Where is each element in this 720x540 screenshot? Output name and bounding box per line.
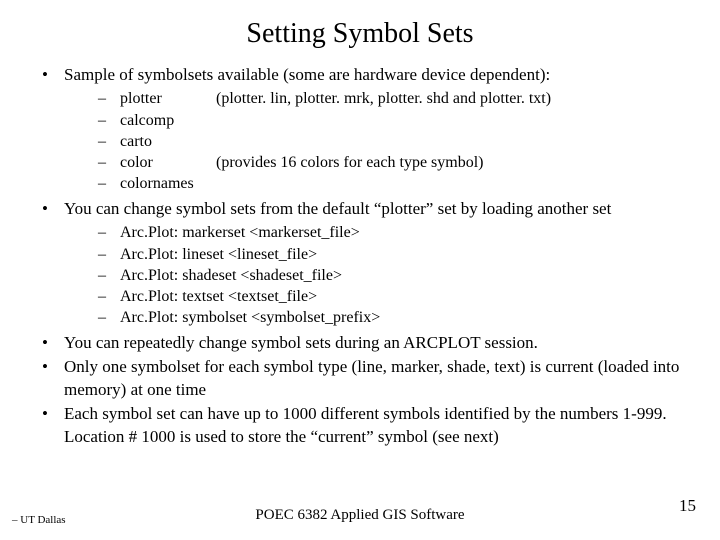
symset-note: (plotter. lin, plotter. mrk, plotter. sh… — [216, 90, 551, 107]
footer-center: POEC 6382 Applied GIS Software — [0, 507, 720, 524]
bullet-item: Only one symbolset for each symbol type … — [36, 356, 690, 401]
bullet-text: You can repeatedly change symbol sets du… — [64, 333, 538, 352]
bullet-text: Only one symbolset for each symbol type … — [64, 357, 679, 398]
cmd-prefix: Arc.Plot: — [120, 222, 178, 243]
sub-item: Arc.Plot: shadeset <shadeset_file> — [92, 265, 690, 286]
bullet-item: Sample of symbolsets available (some are… — [36, 64, 690, 194]
symset-note: (provides 16 colors for each type symbol… — [216, 154, 483, 171]
cmd-text: markerset <markerset_file> — [182, 224, 360, 241]
cmd-prefix: Arc.Plot: — [120, 265, 178, 286]
symset-name: carto — [120, 131, 212, 152]
sub-list: plotter (plotter. lin, plotter. mrk, plo… — [64, 88, 690, 194]
sub-item: Arc.Plot: lineset <lineset_file> — [92, 244, 690, 265]
sub-item: calcomp — [92, 110, 690, 131]
cmd-prefix: Arc.Plot: — [120, 307, 178, 328]
cmd-prefix: Arc.Plot: — [120, 244, 178, 265]
bullet-item: You can change symbol sets from the defa… — [36, 198, 690, 328]
footer: – UT Dallas POEC 6382 Applied GIS Softwa… — [0, 502, 720, 526]
slide: Setting Symbol Sets Sample of symbolsets… — [0, 0, 720, 540]
cmd-text: symbolset <symbolset_prefix> — [182, 309, 380, 326]
bullet-text: You can change symbol sets from the defa… — [64, 199, 611, 218]
sub-item: color (provides 16 colors for each type … — [92, 152, 690, 173]
sub-item: colornames — [92, 173, 690, 194]
sub-item: Arc.Plot: markerset <markerset_file> — [92, 222, 690, 243]
symset-name: calcomp — [120, 110, 212, 131]
bullet-item: Each symbol set can have up to 1000 diff… — [36, 403, 690, 448]
bullet-list: Sample of symbolsets available (some are… — [30, 64, 690, 448]
sub-item: Arc.Plot: textset <textset_file> — [92, 286, 690, 307]
slide-title: Setting Symbol Sets — [30, 18, 690, 50]
sub-item: Arc.Plot: symbolset <symbolset_prefix> — [92, 307, 690, 328]
sub-item: carto — [92, 131, 690, 152]
symset-name: color — [120, 152, 212, 173]
bullet-text: Each symbol set can have up to 1000 diff… — [64, 404, 667, 445]
cmd-text: textset <textset_file> — [182, 288, 317, 305]
page-number: 15 — [679, 496, 696, 516]
symset-name: colornames — [120, 173, 212, 194]
bullet-text: Sample of symbolsets available (some are… — [64, 65, 550, 84]
symset-name: plotter — [120, 88, 212, 109]
sub-item: plotter (plotter. lin, plotter. mrk, plo… — [92, 88, 690, 109]
cmd-prefix: Arc.Plot: — [120, 286, 178, 307]
bullet-item: You can repeatedly change symbol sets du… — [36, 332, 690, 354]
sub-list: Arc.Plot: markerset <markerset_file> Arc… — [64, 222, 690, 328]
cmd-text: lineset <lineset_file> — [182, 246, 317, 263]
cmd-text: shadeset <shadeset_file> — [182, 267, 342, 284]
